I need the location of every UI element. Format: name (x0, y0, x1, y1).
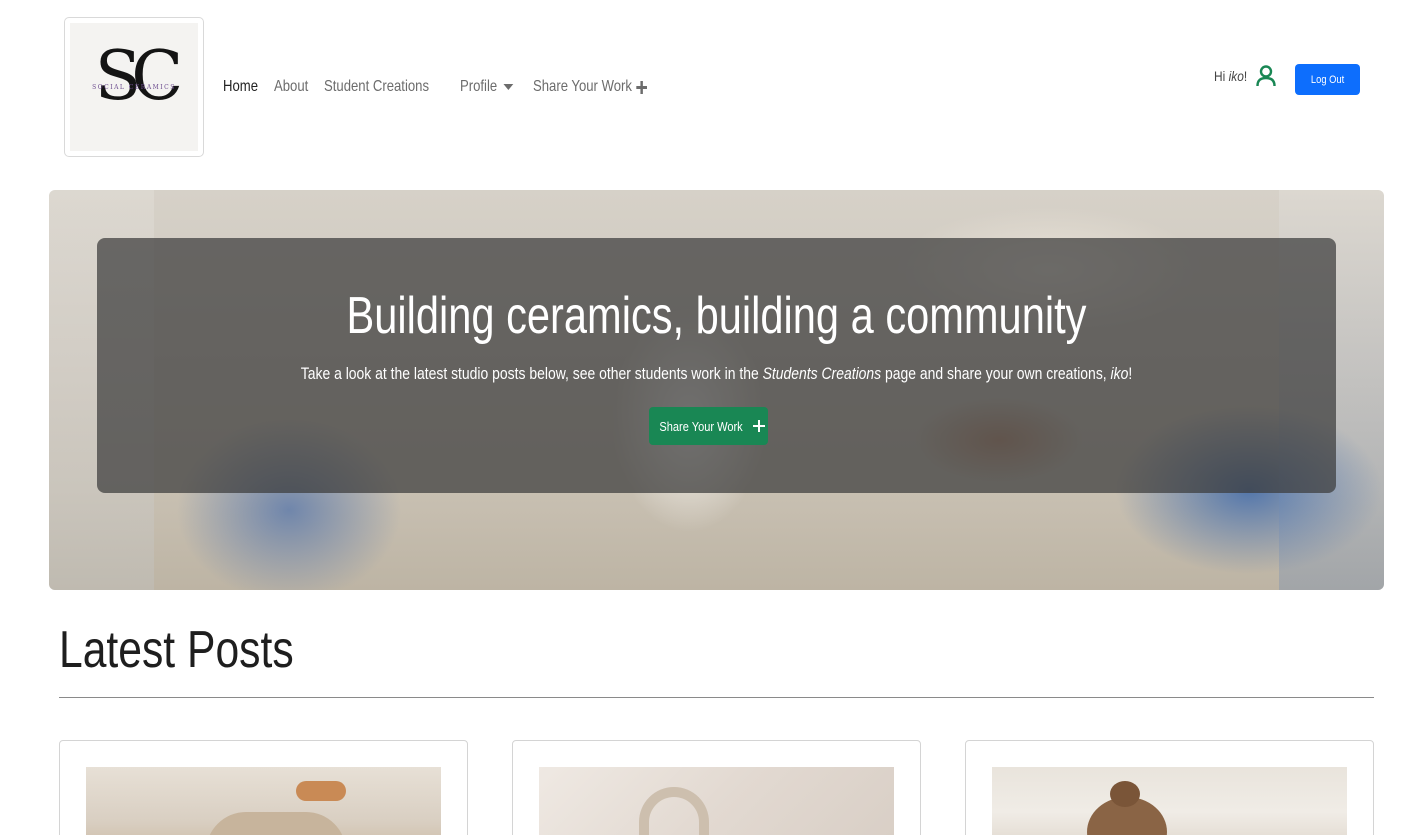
user-icon[interactable] (1256, 65, 1276, 87)
nav-share-your-work[interactable]: Share Your Work (533, 78, 647, 96)
cup-shape (639, 787, 709, 835)
plus-icon (752, 420, 765, 432)
user-greeting: Hi iko ! (1214, 68, 1247, 84)
pillow-shape (296, 781, 346, 801)
greeting-suffix: ! (1243, 68, 1248, 84)
hero-subtitle-link: Students Creations (762, 364, 882, 383)
logout-button[interactable]: Log Out (1295, 64, 1360, 95)
nav-share-label: Share Your Work (532, 78, 632, 95)
hero-subtitle-text: Take a look at the latest studio posts b… (300, 364, 763, 383)
post-card[interactable] (965, 740, 1374, 835)
logo-text: SOCIAL CERAMICS (92, 84, 176, 91)
nav-home-label: Home (223, 78, 259, 95)
hero-overlay-panel: Building ceramics, building a community … (97, 238, 1336, 493)
logo-monogram: SC (94, 37, 184, 116)
nav-student-creations[interactable]: Student Creations (324, 78, 429, 96)
share-your-work-button[interactable]: Share Your Work (649, 407, 768, 445)
share-button-label: Share Your Work (659, 418, 744, 434)
post-image[interactable] (539, 767, 894, 835)
post-card[interactable] (59, 740, 468, 835)
greeting-username: iko (1228, 68, 1244, 84)
section-divider (59, 697, 1374, 698)
nav-profile-label: Profile (459, 78, 497, 95)
nav-about-label: About (273, 78, 308, 95)
latest-posts-title: Latest Posts (59, 621, 294, 679)
logo-image: SC SOCIAL CERAMICS (70, 23, 198, 151)
hero-subtitle-text-2: page and share your own creations, (881, 364, 1111, 383)
nav-profile-dropdown[interactable]: Profile (460, 78, 514, 96)
nav-student-creations-label: Student Creations (323, 78, 429, 95)
nav-home[interactable]: Home (223, 78, 258, 96)
post-image[interactable] (992, 767, 1347, 835)
post-image[interactable] (86, 767, 441, 835)
greeting-prefix: Hi (1214, 68, 1226, 84)
post-card[interactable] (512, 740, 921, 835)
clay-shape (206, 812, 346, 835)
hair-bun-shape (1110, 781, 1140, 807)
hero-subtitle: Take a look at the latest studio posts b… (209, 364, 1225, 384)
nav-about[interactable]: About (274, 78, 308, 96)
main-nav: Home About Student Creations Profile Sha… (223, 74, 688, 100)
caret-down-icon (503, 84, 514, 90)
hero-banner: Building ceramics, building a community … (49, 190, 1384, 590)
hero-title: Building ceramics, building a community (346, 287, 1087, 345)
hero-subtitle-username: iko (1110, 364, 1129, 383)
plus-icon (635, 80, 647, 94)
brand-logo[interactable]: SC SOCIAL CERAMICS (64, 17, 204, 157)
logout-label: Log Out (1310, 73, 1345, 86)
hero-subtitle-end: ! (1128, 364, 1133, 383)
